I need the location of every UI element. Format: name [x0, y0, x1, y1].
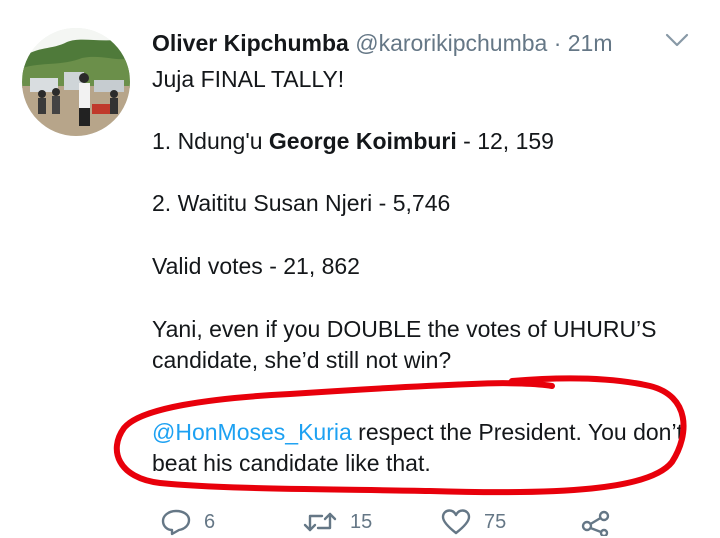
candidate-1-bold-name: George Koimburi	[268, 128, 457, 154]
separator-dot: ·	[553, 30, 562, 56]
like-button[interactable]: 75	[440, 506, 506, 538]
reply-button[interactable]: 6	[160, 506, 215, 538]
tweet-line-title: Juja FINAL TALLY!	[152, 66, 345, 92]
author-handle[interactable]: @karorikipchumba	[355, 30, 547, 56]
tweet-line-comment: Yani, even if you DOUBLE the votes of UH…	[152, 316, 657, 373]
chevron-down-icon[interactable]	[664, 30, 690, 50]
retweet-button[interactable]: 15	[302, 506, 372, 538]
tweet-line-candidate-2: 2. Waititu Susan Njeri - 5,746	[152, 190, 451, 216]
share-icon	[581, 510, 610, 536]
tweet-line-candidate-1: 1. Ndung'u George Koimburi - 12, 159	[152, 126, 554, 157]
candidate-1-votes: - 12, 159	[456, 128, 554, 154]
tweet-actions: 6 15 75	[152, 506, 712, 538]
tweet-line-valid-votes: Valid votes - 21, 862	[152, 253, 360, 279]
tweet-time[interactable]: 21m	[568, 30, 613, 56]
heart-icon	[441, 509, 471, 535]
tweet-header: Oliver Kipchumba @karorikipchumba · 21m	[152, 26, 712, 60]
mention-link[interactable]: @HonMoses_Kuria	[152, 419, 352, 445]
like-count: 75	[484, 510, 507, 533]
tweet-line-mention: @HonMoses_Kuria respect the President. Y…	[152, 417, 692, 479]
reply-icon	[161, 509, 191, 536]
candidate-1-prefix: 1. Ndung'u	[152, 128, 269, 154]
avatar[interactable]	[22, 28, 130, 136]
share-button[interactable]	[580, 506, 612, 538]
author-name[interactable]: Oliver Kipchumba	[152, 30, 349, 56]
retweet-icon	[303, 512, 337, 532]
reply-count: 6	[204, 510, 216, 533]
retweet-count: 15	[350, 510, 373, 533]
